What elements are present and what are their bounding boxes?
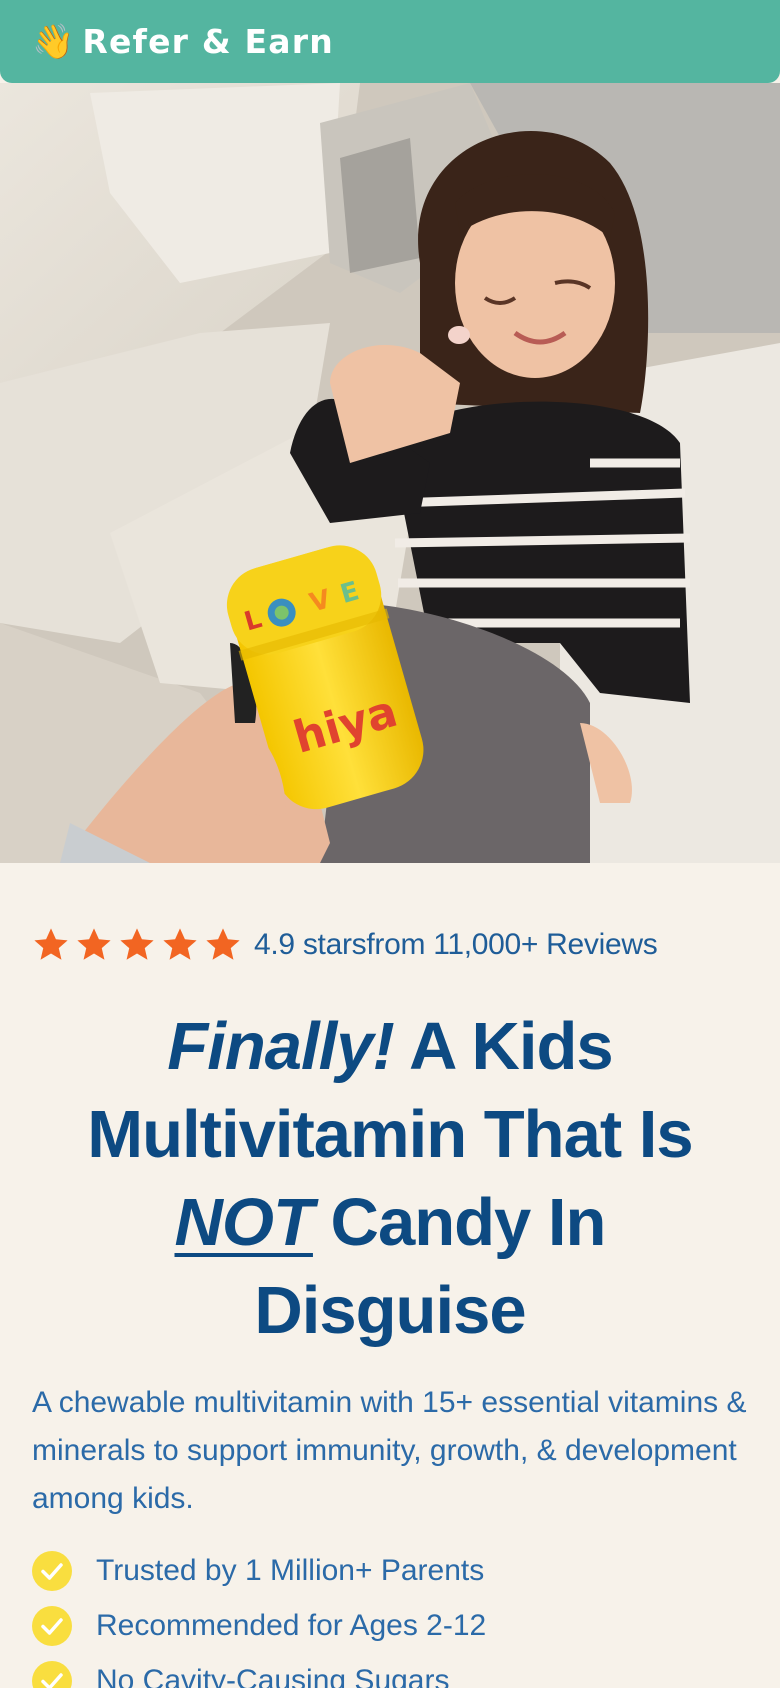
waving-hand-icon: 👋 <box>32 22 75 61</box>
benefit-item: No Cavity-Causing Sugars <box>32 1653 486 1688</box>
product-intro-section: 4.9 stars from 11,000+ Reviews Finally! … <box>0 863 780 1688</box>
benefit-label: Trusted by 1 Million+ Parents <box>96 1553 485 1587</box>
star-icon <box>206 928 240 960</box>
headline-line4: Disguise <box>254 1273 526 1348</box>
refer-earn-label: Refer & Earn <box>82 22 334 61</box>
refer-earn-banner[interactable]: 👋 Refer & Earn <box>0 0 780 83</box>
rating-score: 4.9 stars <box>254 928 367 961</box>
review-count: from 11,000+ Reviews <box>366 928 658 961</box>
star-icon <box>163 928 197 960</box>
hero-image: L V E hiya <box>0 83 780 863</box>
check-circle-icon <box>32 1605 72 1646</box>
benefit-item: Recommended for Ages 2-12 <box>32 1598 486 1653</box>
headline-not: NOT <box>174 1185 314 1260</box>
headline-line2: Multivitamin That Is <box>87 1097 693 1172</box>
headline-line1-rest: A Kids <box>393 1009 614 1084</box>
headline-emphasis: Finally! <box>167 1009 395 1084</box>
product-description: A chewable multivitamin with 15+ essenti… <box>32 1386 747 1515</box>
star-icon <box>120 928 154 960</box>
check-circle-icon <box>32 1660 72 1688</box>
star-rating <box>32 926 242 964</box>
page-headline: Finally! A Kids Multivitamin That Is NOT… <box>30 1003 750 1355</box>
benefit-label: No Cavity-Causing Sugars <box>96 1663 450 1688</box>
star-icon <box>34 928 68 960</box>
hero-illustration: L V E hiya <box>0 83 780 863</box>
benefit-label: Recommended for Ages 2-12 <box>96 1608 487 1642</box>
headline-line3-rest: Candy In <box>312 1185 607 1260</box>
check-circle-icon <box>32 1550 72 1591</box>
rating-row: 4.9 stars from 11,000+ Reviews <box>32 925 658 965</box>
benefit-list: Trusted by 1 Million+ Parents Recommende… <box>32 1543 486 1688</box>
star-icon <box>77 928 111 960</box>
benefit-item: Trusted by 1 Million+ Parents <box>32 1543 486 1598</box>
